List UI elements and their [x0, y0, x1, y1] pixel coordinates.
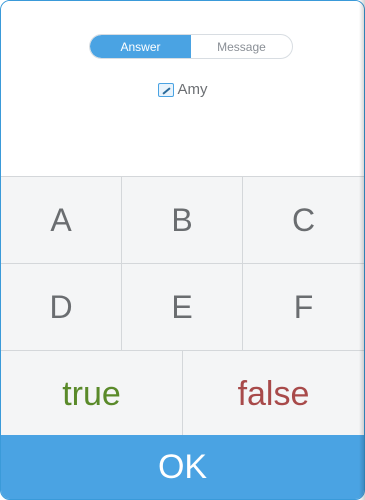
key-d[interactable]: D	[1, 264, 122, 350]
keypad-row: true false	[1, 351, 364, 439]
keypad-row: D E F	[1, 264, 364, 351]
key-f[interactable]: F	[243, 264, 364, 350]
answer-keypad: A B C D E F true false	[1, 176, 364, 439]
edit-icon[interactable]	[157, 82, 174, 97]
key-a[interactable]: A	[1, 177, 122, 263]
ok-button[interactable]: OK	[1, 435, 364, 499]
panel-header: Answer Message Amy	[1, 1, 364, 176]
key-true[interactable]: true	[1, 351, 183, 438]
keypad-row: A B C	[1, 177, 364, 264]
key-c[interactable]: C	[243, 177, 364, 263]
mode-toggle: Answer Message	[89, 34, 293, 59]
user-name: Amy	[177, 81, 208, 98]
tab-answer[interactable]: Answer	[90, 35, 191, 58]
tab-message[interactable]: Message	[191, 35, 292, 58]
user-label: Amy	[1, 81, 364, 98]
key-e[interactable]: E	[122, 264, 243, 350]
key-false[interactable]: false	[183, 351, 364, 438]
answer-panel: Answer Message Amy A B C D E F true fals…	[0, 0, 365, 500]
key-b[interactable]: B	[122, 177, 243, 263]
